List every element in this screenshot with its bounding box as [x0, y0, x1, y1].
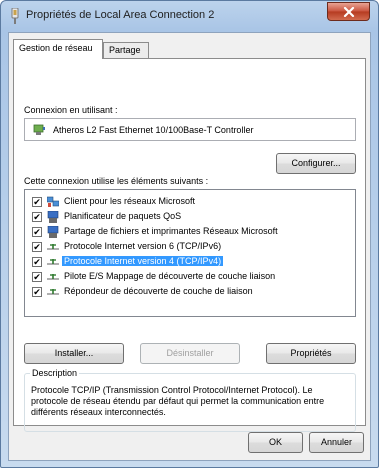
- tab-gestion-de-reseau[interactable]: Gestion de réseau: [13, 39, 103, 59]
- title-bar[interactable]: Propriétés de Local Area Connection 2: [1, 1, 378, 31]
- network-adapter-icon: [33, 124, 45, 135]
- properties-button[interactable]: Propriétés: [266, 343, 356, 364]
- properties-dialog: Propriétés de Local Area Connection 2 Ge…: [0, 0, 379, 468]
- item-label: Client pour les réseaux Microsoft: [64, 196, 196, 206]
- list-item[interactable]: ✔ Planificateur de paquets QoS: [25, 210, 355, 224]
- item-checkbox[interactable]: ✔: [32, 257, 42, 267]
- dialog-body: Gestion de réseau Partage Connexion en u…: [8, 32, 371, 461]
- tab-panel-networking: Connexion en utilisant : Atheros L2 Fast…: [13, 58, 366, 432]
- list-item[interactable]: ✔ Protocole Internet version 6 (TCP/IPv6…: [25, 240, 355, 254]
- configure-button[interactable]: Configurer...: [276, 153, 356, 174]
- description-group: Description Protocole TCP/IP (Transmissi…: [24, 368, 356, 432]
- description-legend: Description: [30, 368, 80, 378]
- protocol-icon: [47, 289, 59, 295]
- close-button[interactable]: [327, 2, 370, 21]
- components-list[interactable]: ✔ Client pour les réseaux Microsoft ✔ Pl…: [24, 189, 356, 317]
- install-button[interactable]: Installer...: [24, 343, 124, 364]
- window-title: Propriétés de Local Area Connection 2: [26, 9, 215, 21]
- ok-button[interactable]: OK: [248, 432, 303, 453]
- network-client-icon: [47, 196, 59, 207]
- list-item[interactable]: ✔ Pilote E/S Mappage de découverte de co…: [25, 270, 355, 284]
- list-item[interactable]: ✔ Protocole Internet version 4 (TCP/IPv4…: [25, 255, 355, 269]
- item-checkbox[interactable]: ✔: [32, 197, 42, 207]
- item-checkbox[interactable]: ✔: [32, 242, 42, 252]
- item-label: Pilote E/S Mappage de découverte de couc…: [64, 271, 276, 281]
- items-label: Cette connexion utilise les éléments sui…: [24, 176, 209, 186]
- list-item[interactable]: ✔ Partage de fichiers et imprimantes Rés…: [25, 225, 355, 239]
- adapter-field: Atheros L2 Fast Ethernet 10/100Base-T Co…: [24, 118, 356, 141]
- connect-using-label: Connexion en utilisant :: [24, 105, 118, 115]
- item-label: Partage de fichiers et imprimantes Résea…: [64, 226, 278, 236]
- close-icon: [343, 6, 354, 17]
- adapter-name: Atheros L2 Fast Ethernet 10/100Base-T Co…: [53, 125, 254, 135]
- item-checkbox[interactable]: ✔: [32, 212, 42, 222]
- protocol-icon: [47, 274, 59, 280]
- cancel-button[interactable]: Annuler: [309, 432, 364, 453]
- item-label: Planificateur de paquets QoS: [64, 211, 182, 221]
- network-service-icon: [47, 226, 59, 238]
- description-text: Protocole TCP/IP (Transmission Control P…: [31, 385, 325, 417]
- item-label: Protocole Internet version 6 (TCP/IPv6): [64, 241, 222, 251]
- protocol-icon: [47, 259, 59, 265]
- list-item[interactable]: ✔ Client pour les réseaux Microsoft: [25, 195, 355, 209]
- protocol-icon: [47, 244, 59, 250]
- item-label: Répondeur de découverte de couche de lia…: [64, 286, 253, 296]
- item-checkbox[interactable]: ✔: [32, 227, 42, 237]
- item-label-selected: Protocole Internet version 4 (TCP/IPv4): [62, 256, 224, 266]
- item-checkbox[interactable]: ✔: [32, 287, 42, 297]
- tab-partage[interactable]: Partage: [103, 42, 149, 59]
- item-checkbox[interactable]: ✔: [32, 272, 42, 282]
- network-service-icon: [47, 211, 59, 223]
- network-adapter-icon: [11, 8, 19, 24]
- uninstall-button[interactable]: Désinstaller: [140, 343, 240, 364]
- list-item[interactable]: ✔ Répondeur de découverte de couche de l…: [25, 285, 355, 299]
